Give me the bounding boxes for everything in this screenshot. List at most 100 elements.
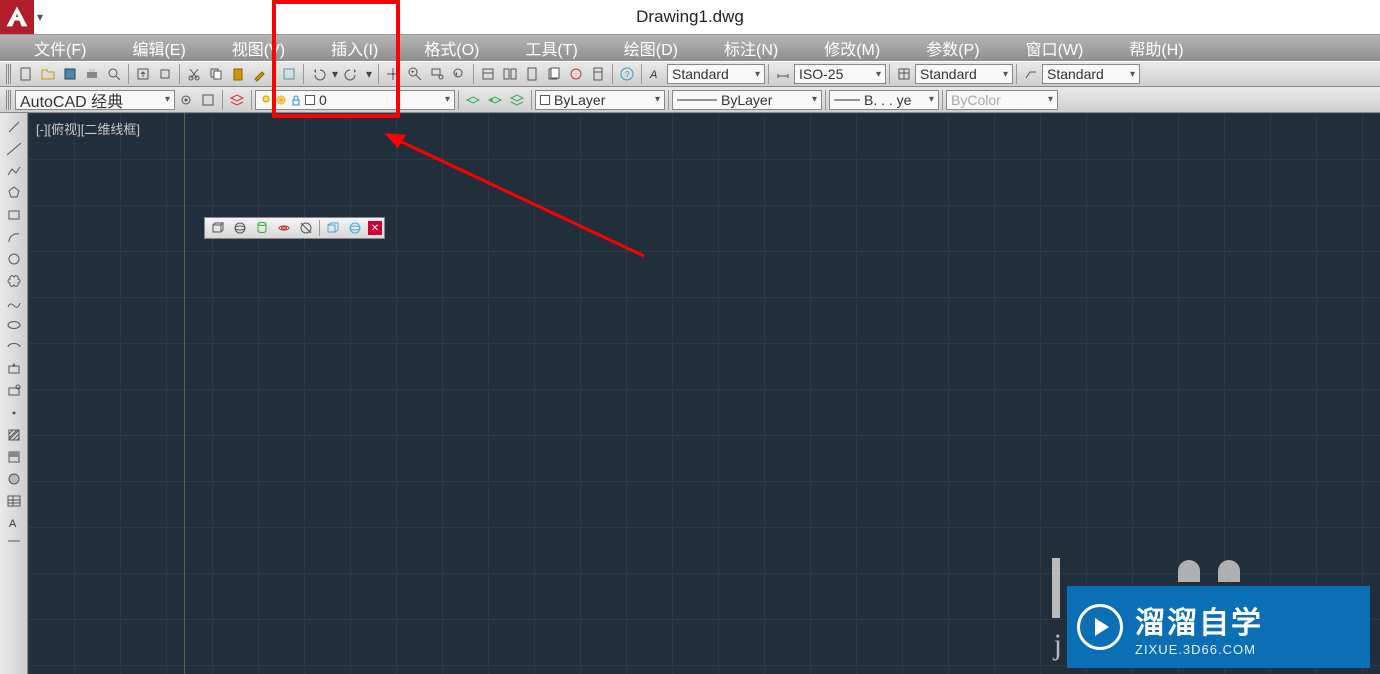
menu-format[interactable]: 格式(O) xyxy=(410,34,493,62)
menu-window[interactable]: 窗口(W) xyxy=(1012,34,1098,62)
plotstyle-dropdown[interactable]: ByColor▾ xyxy=(946,90,1058,110)
box-tool-icon[interactable] xyxy=(208,219,228,237)
redo-dd-icon[interactable]: ▾ xyxy=(363,63,375,85)
pan-icon[interactable] xyxy=(382,63,404,85)
properties-icon[interactable] xyxy=(477,63,499,85)
viewport-label[interactable]: [-][俯视][二维线框] xyxy=(36,119,140,138)
zoom-previous-icon[interactable] xyxy=(448,63,470,85)
floating-modeling-toolbar[interactable]: ✕ xyxy=(204,217,385,239)
spline-tool-icon[interactable] xyxy=(3,293,25,313)
gradient-tool-icon[interactable] xyxy=(3,447,25,467)
menu-help[interactable]: 帮助(H) xyxy=(1115,34,1197,62)
table-tool-icon[interactable] xyxy=(3,491,25,511)
workspace-save-icon[interactable] xyxy=(197,89,219,111)
construction-line-icon[interactable] xyxy=(3,139,25,159)
mleader-style-dropdown[interactable]: Standard▾ xyxy=(1042,64,1140,84)
menu-view[interactable]: 视图(V) xyxy=(218,34,299,62)
undo-dd-icon[interactable]: ▾ xyxy=(329,63,341,85)
layer-state-icon[interactable] xyxy=(506,89,528,111)
tablestyle-icon[interactable] xyxy=(893,63,915,85)
toolpalettes-icon[interactable] xyxy=(521,63,543,85)
textstyle-icon[interactable]: A xyxy=(645,63,667,85)
save-icon[interactable] xyxy=(59,63,81,85)
layer-properties-icon[interactable] xyxy=(226,89,248,111)
arc-tool-icon[interactable] xyxy=(3,227,25,247)
make-block-icon[interactable] xyxy=(3,381,25,401)
svg-text:A: A xyxy=(649,69,657,81)
hatch-tool-icon[interactable] xyxy=(3,425,25,445)
help-icon[interactable]: ? xyxy=(616,63,638,85)
menu-draw[interactable]: 绘图(D) xyxy=(610,34,692,62)
ellipse-arc-tool-icon[interactable] xyxy=(3,337,25,357)
text-style-dropdown[interactable]: Standard▾ xyxy=(667,64,765,84)
designcenter-icon[interactable] xyxy=(499,63,521,85)
toolbar-grip-2[interactable] xyxy=(6,90,12,110)
menu-param[interactable]: 参数(P) xyxy=(912,34,993,62)
polyline-tool-icon[interactable] xyxy=(3,161,25,181)
threeddwf-icon[interactable] xyxy=(154,63,176,85)
layer-make-current-icon[interactable] xyxy=(462,89,484,111)
print-preview-icon[interactable] xyxy=(103,63,125,85)
drawing-canvas[interactable]: [-][俯视][二维线框] ✕ j 溜溜自学 ZIXUE.3D66.COM xyxy=(28,113,1380,674)
menu-tools[interactable]: 工具(T) xyxy=(511,34,591,62)
polygon-tool-icon[interactable] xyxy=(3,183,25,203)
menu-dim[interactable]: 标注(N) xyxy=(710,34,792,62)
workspace-settings-icon[interactable] xyxy=(175,89,197,111)
table-style-dropdown[interactable]: Standard▾ xyxy=(915,64,1013,84)
sphere-tool-icon[interactable] xyxy=(230,219,250,237)
add-selected-icon[interactable] xyxy=(3,535,25,547)
block-editor-icon[interactable] xyxy=(278,63,300,85)
svg-text:?: ? xyxy=(625,70,630,79)
cone-tool-icon[interactable] xyxy=(274,219,294,237)
linetype-dropdown[interactable]: ByLayer▾ xyxy=(672,90,822,110)
mtext-tool-icon[interactable]: A xyxy=(3,513,25,533)
open-file-icon[interactable] xyxy=(37,63,59,85)
dimstyle-icon[interactable] xyxy=(772,63,794,85)
toolbar-grip[interactable] xyxy=(6,64,12,84)
layer-name: 0 xyxy=(319,92,327,108)
app-menu-dropdown-icon[interactable]: ▾ xyxy=(34,10,46,24)
insert-block-icon[interactable] xyxy=(3,359,25,379)
wedge-tool-icon[interactable] xyxy=(296,219,316,237)
region-tool-icon[interactable] xyxy=(3,469,25,489)
menu-insert[interactable]: 插入(I) xyxy=(317,34,392,62)
circle-tool-icon[interactable] xyxy=(3,249,25,269)
publish-icon[interactable] xyxy=(132,63,154,85)
mleaderstyle-icon[interactable] xyxy=(1020,63,1042,85)
redo-icon[interactable] xyxy=(341,63,363,85)
layer-dropdown[interactable]: 0 ▾ xyxy=(255,90,455,110)
rectangle-tool-icon[interactable] xyxy=(3,205,25,225)
ellipse-tool-icon[interactable] xyxy=(3,315,25,335)
menu-file[interactable]: 文件(F) xyxy=(20,34,100,62)
markup-icon[interactable] xyxy=(565,63,587,85)
app-logo-icon[interactable] xyxy=(0,0,34,34)
layer-lock-icon xyxy=(290,94,302,106)
matchprop-icon[interactable] xyxy=(249,63,271,85)
new-file-icon[interactable] xyxy=(15,63,37,85)
undo-icon[interactable] xyxy=(307,63,329,85)
pyramid-tool-icon[interactable] xyxy=(345,219,365,237)
color-dropdown[interactable]: ByLayer▾ xyxy=(535,90,665,110)
cut-icon[interactable] xyxy=(183,63,205,85)
print-icon[interactable] xyxy=(81,63,103,85)
cylinder-tool-icon[interactable] xyxy=(252,219,272,237)
torus-tool-icon[interactable] xyxy=(323,219,343,237)
lineweight-dropdown[interactable]: B. . . ye▾ xyxy=(829,90,939,110)
point-tool-icon[interactable] xyxy=(3,403,25,423)
workspace-value: AutoCAD 经典 xyxy=(20,88,123,112)
layer-previous-icon[interactable] xyxy=(484,89,506,111)
copy-icon[interactable] xyxy=(205,63,227,85)
paste-icon[interactable] xyxy=(227,63,249,85)
line-tool-icon[interactable] xyxy=(3,117,25,137)
zoom-window-icon[interactable] xyxy=(426,63,448,85)
workspace-dropdown[interactable]: AutoCAD 经典▾ xyxy=(15,90,175,110)
quickcalc-icon[interactable] xyxy=(587,63,609,85)
floating-close-icon[interactable]: ✕ xyxy=(368,221,382,235)
dim-style-dropdown[interactable]: ISO-25▾ xyxy=(794,64,886,84)
revcloud-tool-icon[interactable] xyxy=(3,271,25,291)
zoom-realtime-icon[interactable]: + xyxy=(404,63,426,85)
sheetset-icon[interactable] xyxy=(543,63,565,85)
menu-modify[interactable]: 修改(M) xyxy=(810,34,894,62)
menu-edit[interactable]: 编辑(E) xyxy=(118,34,199,62)
mleader-style-value: Standard xyxy=(1047,66,1104,82)
